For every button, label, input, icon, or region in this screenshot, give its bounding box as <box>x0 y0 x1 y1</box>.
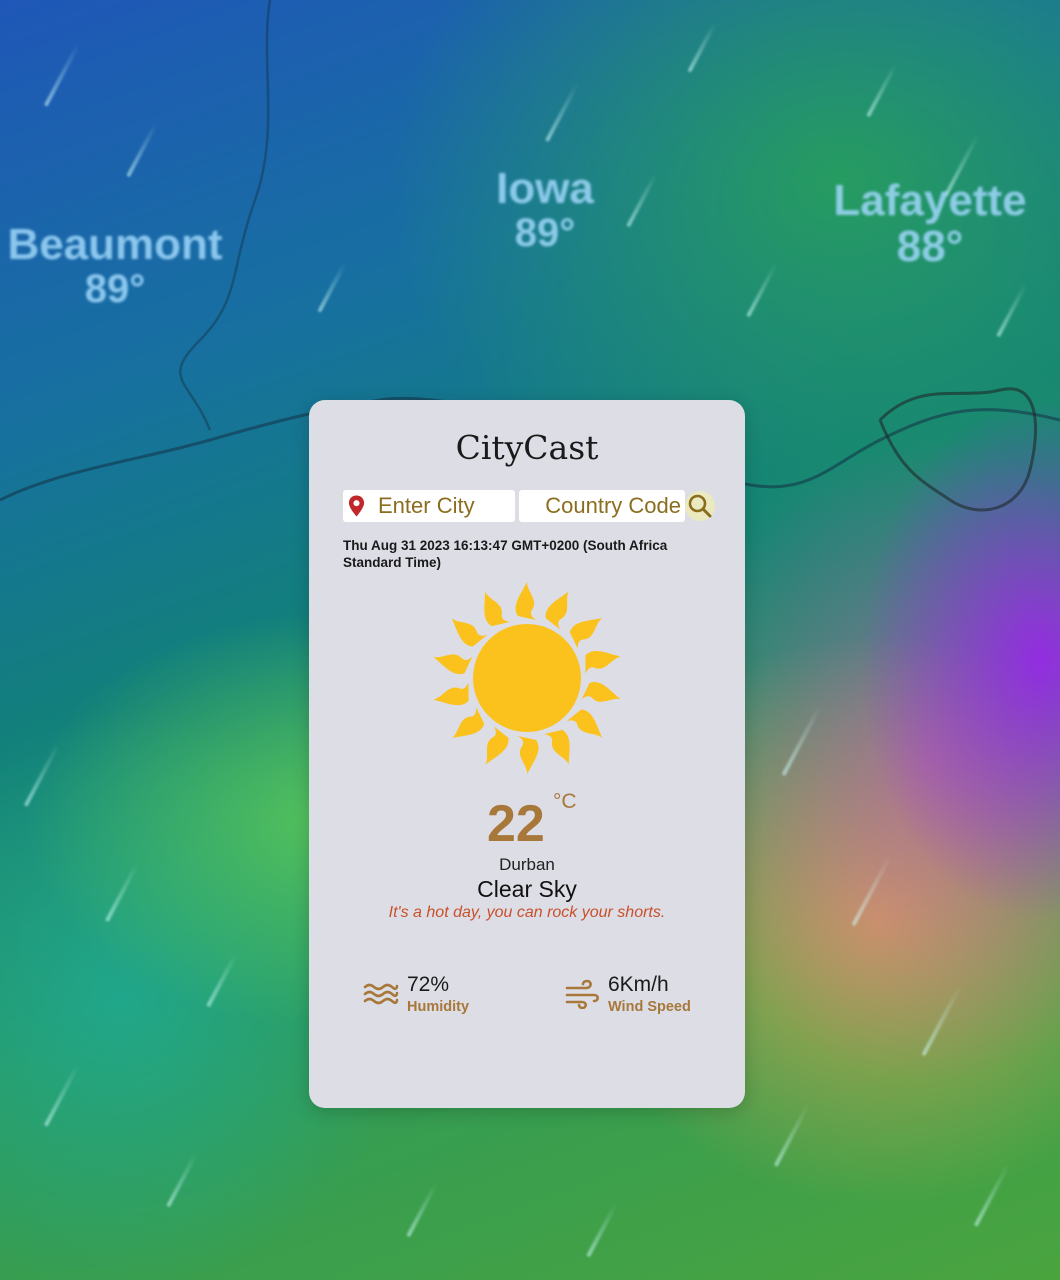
city-field[interactable] <box>343 490 515 522</box>
wind-speed-value: 6Km/h <box>608 973 669 996</box>
search-icon <box>688 494 712 518</box>
search-bar <box>343 490 715 522</box>
search-button[interactable] <box>685 491 715 521</box>
wind-speed-label: Wind Speed <box>608 999 691 1015</box>
app-title: CityCast <box>455 428 599 467</box>
location-pin-icon <box>348 495 365 517</box>
city-input[interactable] <box>376 492 515 520</box>
weather-condition: Clear Sky <box>477 876 577 902</box>
map-label-iowa: Iowa 89° <box>496 164 594 256</box>
temperature-display: 22 °C <box>309 790 745 854</box>
map-label-lafayette: Lafayette 88° <box>833 176 1027 272</box>
temperature-unit: °C <box>553 790 577 813</box>
humidity-value: 72% <box>407 973 450 996</box>
wind-icon <box>565 979 600 1009</box>
wind-stat: 6Km/h Wind Speed <box>564 972 691 1016</box>
humidity-waves-icon <box>363 983 399 1005</box>
humidity-stat: 72% Humidity <box>363 972 469 1016</box>
weather-card: CityCast Thu Aug 31 2023 16:13:47 GMT+02… <box>309 400 745 1108</box>
city-name: Durban <box>499 855 555 874</box>
map-label-beaumont: Beaumont 89° <box>7 220 223 312</box>
current-datetime: Thu Aug 31 2023 16:13:47 GMT+0200 (South… <box>343 538 668 570</box>
temperature-value: 22 <box>487 795 545 853</box>
country-code-input[interactable] <box>519 492 685 520</box>
clothing-tip: It's a hot day, you can rock your shorts… <box>388 904 666 921</box>
country-field[interactable] <box>519 490 685 522</box>
humidity-label: Humidity <box>407 999 470 1015</box>
sun-icon <box>430 582 624 775</box>
